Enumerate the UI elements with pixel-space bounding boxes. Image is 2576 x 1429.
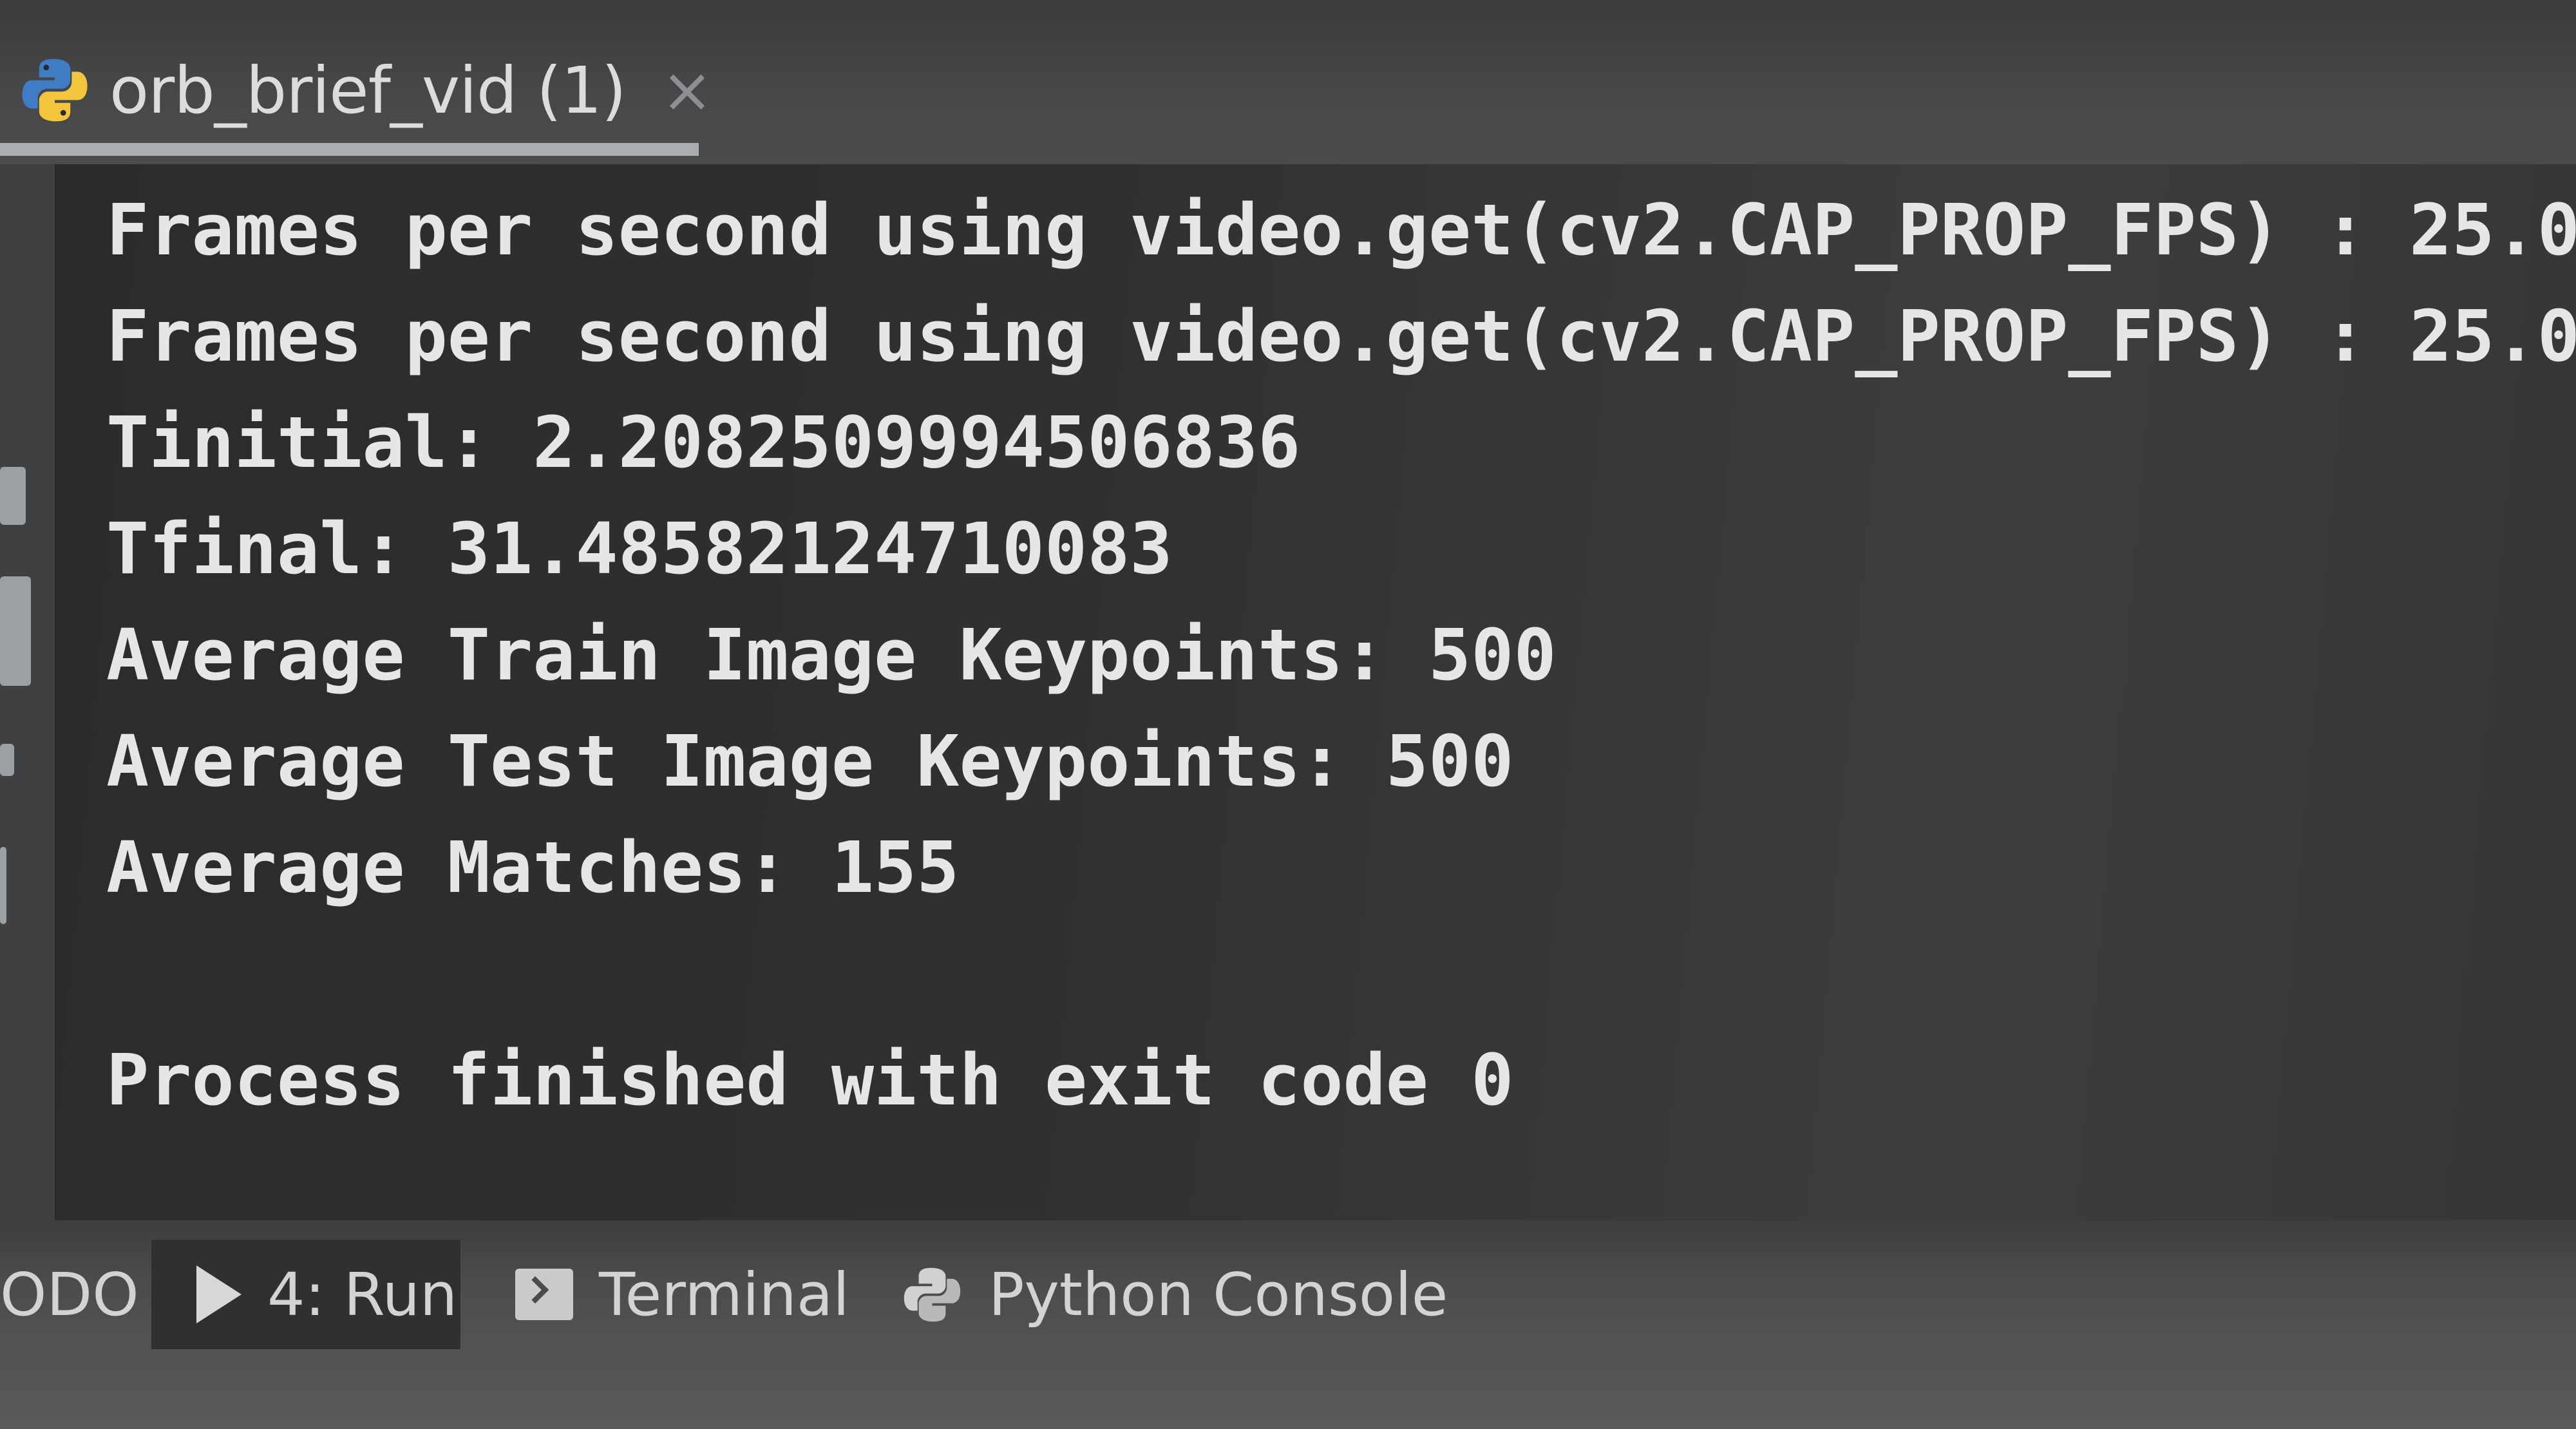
python-console-tool-button[interactable]: Python Console — [902, 1240, 1448, 1349]
tab-title: orb_brief_vid (1) — [109, 52, 627, 128]
todo-label: ODO — [0, 1260, 139, 1329]
terminal-tool-button[interactable]: Terminal — [515, 1240, 850, 1349]
run-label: 4: Run — [267, 1260, 458, 1329]
tool-window-bar: ODO 4: Run Terminal Python Console — [0, 1220, 2576, 1429]
run-tool-button[interactable]: 4: Run — [151, 1240, 460, 1349]
ide-window: orb_brief_vid (1) × Frames per second us… — [0, 0, 2576, 1429]
console-line: Average Train Image Keypoints: 500 — [106, 614, 1557, 696]
console-line: Tinitial: 2.2082509994506836 — [106, 401, 1301, 484]
python-console-label: Python Console — [989, 1260, 1448, 1329]
console-line: Average Matches: 155 — [106, 826, 960, 909]
run-tool-gutter — [0, 164, 55, 1220]
console-line: Tfinal: 31.48582124710083 — [106, 507, 1173, 590]
editor-tab-bar: orb_brief_vid (1) × — [0, 0, 2576, 164]
todo-tool-button[interactable]: ODO — [0, 1240, 142, 1349]
console-line: Process finished with exit code 0 — [106, 1039, 1514, 1121]
console-output[interactable]: Frames per second using video.get(cv2.CA… — [55, 164, 2576, 1220]
terminal-label: Terminal — [599, 1260, 849, 1329]
terminal-icon — [515, 1269, 573, 1320]
close-icon[interactable]: × — [661, 59, 713, 121]
python-icon — [22, 59, 88, 122]
gutter-marker — [0, 744, 14, 776]
python-icon — [904, 1267, 961, 1321]
console-line: Average Test Image Keypoints: 500 — [106, 720, 1514, 802]
run-tab-orb-brief-vid[interactable]: orb_brief_vid (1) × — [0, 26, 713, 155]
gutter-marker — [0, 467, 26, 525]
console-line: Frames per second using video.get(cv2.CA… — [106, 189, 2576, 271]
gutter-marker — [0, 576, 31, 686]
play-icon — [196, 1265, 242, 1323]
gutter-marker — [0, 847, 6, 924]
console-line: Frames per second using video.get(cv2.CA… — [106, 295, 2576, 377]
active-tab-indicator — [0, 143, 699, 156]
